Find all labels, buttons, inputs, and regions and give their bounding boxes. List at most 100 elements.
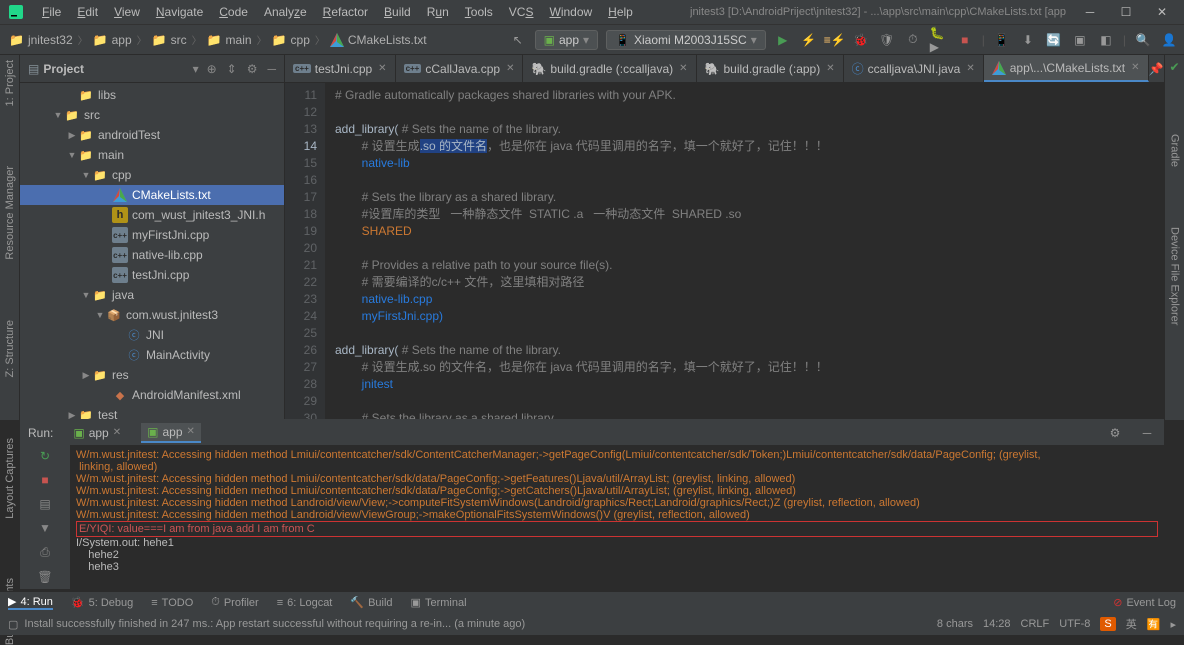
layout-inspector-icon[interactable]: ▣ bbox=[1071, 31, 1089, 49]
tree-item[interactable]: ▼📁main bbox=[20, 145, 284, 165]
menu-view[interactable]: View bbox=[106, 5, 148, 19]
debug-icon[interactable]: 🐞 bbox=[852, 31, 870, 49]
attach-debugger-icon[interactable]: 🐛▶ bbox=[930, 31, 948, 49]
close-tab-icon[interactable]: ✕ bbox=[1131, 62, 1139, 73]
run-config-dropdown[interactable]: ▣app▾ bbox=[535, 30, 598, 50]
device-dropdown[interactable]: 📱Xiaomi M2003J15SC▾ bbox=[606, 30, 766, 50]
project-view-icon[interactable]: ▤ bbox=[28, 62, 39, 76]
ime-badge[interactable]: S bbox=[1100, 617, 1115, 631]
left-tab-layout[interactable]: Layout Captures bbox=[4, 438, 16, 519]
left-tab-project[interactable]: 1: Project bbox=[4, 60, 16, 106]
run-hide-icon[interactable]: ─ bbox=[1138, 424, 1156, 442]
run-icon[interactable]: ▶ bbox=[774, 31, 792, 49]
export-icon[interactable]: ⎙ bbox=[36, 545, 54, 560]
right-tab-device-explorer[interactable]: Device File Explorer bbox=[1169, 227, 1181, 325]
search-icon[interactable]: 🔍 bbox=[1134, 31, 1152, 49]
run-tab-0[interactable]: ▣app✕ bbox=[67, 424, 127, 442]
clear-icon[interactable]: 🗑 bbox=[36, 570, 54, 584]
hide-icon[interactable]: ─ bbox=[267, 62, 276, 76]
tree-item[interactable]: ⓒMainActivity bbox=[20, 345, 284, 365]
ime-punct[interactable]: 🈶 bbox=[1147, 618, 1161, 631]
editor-tab[interactable]: c++testJni.cpp✕ bbox=[285, 55, 396, 82]
close-tab-icon[interactable]: ✕ bbox=[826, 63, 834, 74]
tree-item[interactable]: ▶📁res bbox=[20, 365, 284, 385]
avd-manager-icon[interactable]: 📱 bbox=[993, 31, 1011, 49]
tree-item[interactable]: ▶📁androidTest bbox=[20, 125, 284, 145]
resource-manager-icon[interactable]: ◧ bbox=[1097, 31, 1115, 49]
sdk-manager-icon[interactable]: ⬇ bbox=[1019, 31, 1037, 49]
menu-build[interactable]: Build bbox=[376, 5, 419, 19]
close-tab-icon[interactable]: ✕ bbox=[506, 63, 514, 74]
build-status-icon[interactable]: ✔ bbox=[1169, 60, 1179, 74]
status-eol[interactable]: CRLF bbox=[1021, 618, 1050, 630]
close-tab-icon[interactable]: ✕ bbox=[378, 63, 386, 74]
left-tab-structure[interactable]: Z: Structure bbox=[4, 320, 16, 377]
tw-eventlog[interactable]: ⊘ Event Log bbox=[1113, 596, 1176, 609]
menu-run[interactable]: Run bbox=[419, 5, 457, 19]
editor-tab[interactable]: ⓒccalljava\JNI.java✕ bbox=[844, 55, 984, 82]
ime-lang[interactable]: 英 bbox=[1126, 616, 1137, 632]
menu-vcs[interactable]: VCS bbox=[501, 5, 542, 19]
editor-tab[interactable]: 🐘build.gradle (:app)✕ bbox=[697, 55, 844, 82]
close-tab-icon[interactable]: ✕ bbox=[679, 63, 687, 74]
status-icon[interactable]: ▢ bbox=[8, 618, 18, 631]
tw-build[interactable]: 🔨 Build bbox=[350, 596, 392, 609]
status-encoding[interactable]: UTF-8 bbox=[1059, 618, 1090, 630]
rerun-icon[interactable]: ↻ bbox=[36, 449, 54, 463]
close-button[interactable]: ✕ bbox=[1148, 5, 1176, 19]
editor[interactable]: 1112131415161718192021222324252627282930… bbox=[285, 83, 1164, 420]
ime-more[interactable]: ▸ bbox=[1170, 618, 1176, 631]
pin-tab-icon[interactable]: 📌 bbox=[1149, 62, 1164, 76]
menu-file[interactable]: File bbox=[34, 5, 69, 19]
tree-item[interactable]: hcom_wust_jnitest3_JNI.h bbox=[20, 205, 284, 225]
crumb-1[interactable]: 📁app bbox=[90, 33, 135, 47]
tw-todo[interactable]: ≡ TODO bbox=[151, 597, 193, 609]
tree-item[interactable]: 📁libs bbox=[20, 85, 284, 105]
maximize-button[interactable]: ☐ bbox=[1112, 5, 1140, 19]
tw-profiler[interactable]: ⏱ Profiler bbox=[211, 596, 258, 609]
crumb-0[interactable]: 📁jnitest32 bbox=[6, 33, 76, 47]
console-output[interactable]: W/m.wust.jnitest: Accessing hidden metho… bbox=[70, 445, 1164, 589]
sync-icon[interactable]: 🔄 bbox=[1045, 31, 1063, 49]
left-tab-resource[interactable]: Resource Manager bbox=[4, 166, 16, 260]
crumb-4[interactable]: 📁cpp bbox=[269, 33, 313, 47]
menu-window[interactable]: Window bbox=[541, 5, 600, 19]
menu-code[interactable]: Code bbox=[211, 5, 256, 19]
tree-item[interactable]: ⓒJNI bbox=[20, 325, 284, 345]
apply-changes-icon[interactable]: ⚡ bbox=[800, 31, 818, 49]
tree-item[interactable]: c++native-lib.cpp bbox=[20, 245, 284, 265]
crumb-3[interactable]: 📁main bbox=[204, 33, 255, 47]
crumb-2[interactable]: 📁src bbox=[149, 33, 190, 47]
user-icon[interactable]: 👤 bbox=[1160, 31, 1178, 49]
tw-terminal[interactable]: ▣ Terminal bbox=[411, 596, 467, 609]
menu-tools[interactable]: Tools bbox=[457, 5, 501, 19]
layout-icon[interactable]: ▤ bbox=[36, 497, 54, 511]
tw-run[interactable]: ▶ 4: Run bbox=[8, 595, 53, 610]
expand-all-icon[interactable]: ⇕ bbox=[227, 62, 237, 76]
editor-tab[interactable]: 🐘build.gradle (:ccalljava)✕ bbox=[523, 55, 696, 82]
minimize-button[interactable]: ─ bbox=[1076, 5, 1104, 19]
apply-code-icon[interactable]: ≡⚡ bbox=[826, 31, 844, 49]
menu-analyze[interactable]: Analyze bbox=[256, 5, 315, 19]
close-tab-icon[interactable]: ✕ bbox=[966, 63, 974, 74]
crumb-5[interactable]: CMakeLists.txt bbox=[327, 33, 430, 47]
filter-icon[interactable]: ▼ bbox=[36, 521, 54, 535]
run-tab-1[interactable]: ▣app✕ bbox=[141, 423, 201, 443]
profile-icon[interactable]: ⏱ bbox=[904, 31, 922, 49]
right-tab-gradle[interactable]: Gradle bbox=[1169, 134, 1181, 167]
coverage-icon[interactable]: 🛡 bbox=[878, 31, 896, 49]
menu-edit[interactable]: Edit bbox=[69, 5, 106, 19]
tw-logcat[interactable]: ≡ 6: Logcat bbox=[277, 597, 333, 609]
back-icon[interactable]: ↖ bbox=[509, 31, 527, 49]
tree-item[interactable]: ▼📁src bbox=[20, 105, 284, 125]
menu-refactor[interactable]: Refactor bbox=[315, 5, 376, 19]
tree-item[interactable]: c++myFirstJni.cpp bbox=[20, 225, 284, 245]
tree-item[interactable]: ▼📁cpp bbox=[20, 165, 284, 185]
tw-debug[interactable]: 🐞 5: Debug bbox=[71, 596, 133, 609]
editor-tab[interactable]: app\...\CMakeLists.txt✕ bbox=[984, 55, 1149, 82]
settings-gear-icon[interactable]: ⚙ bbox=[247, 62, 258, 76]
run-settings-icon[interactable]: ⚙ bbox=[1106, 424, 1124, 442]
editor-tab[interactable]: c++cCallJava.cpp✕ bbox=[396, 55, 524, 82]
tree-item[interactable]: ▶📁test bbox=[20, 405, 284, 420]
code[interactable]: # Gradle automatically packages shared l… bbox=[325, 83, 1164, 420]
